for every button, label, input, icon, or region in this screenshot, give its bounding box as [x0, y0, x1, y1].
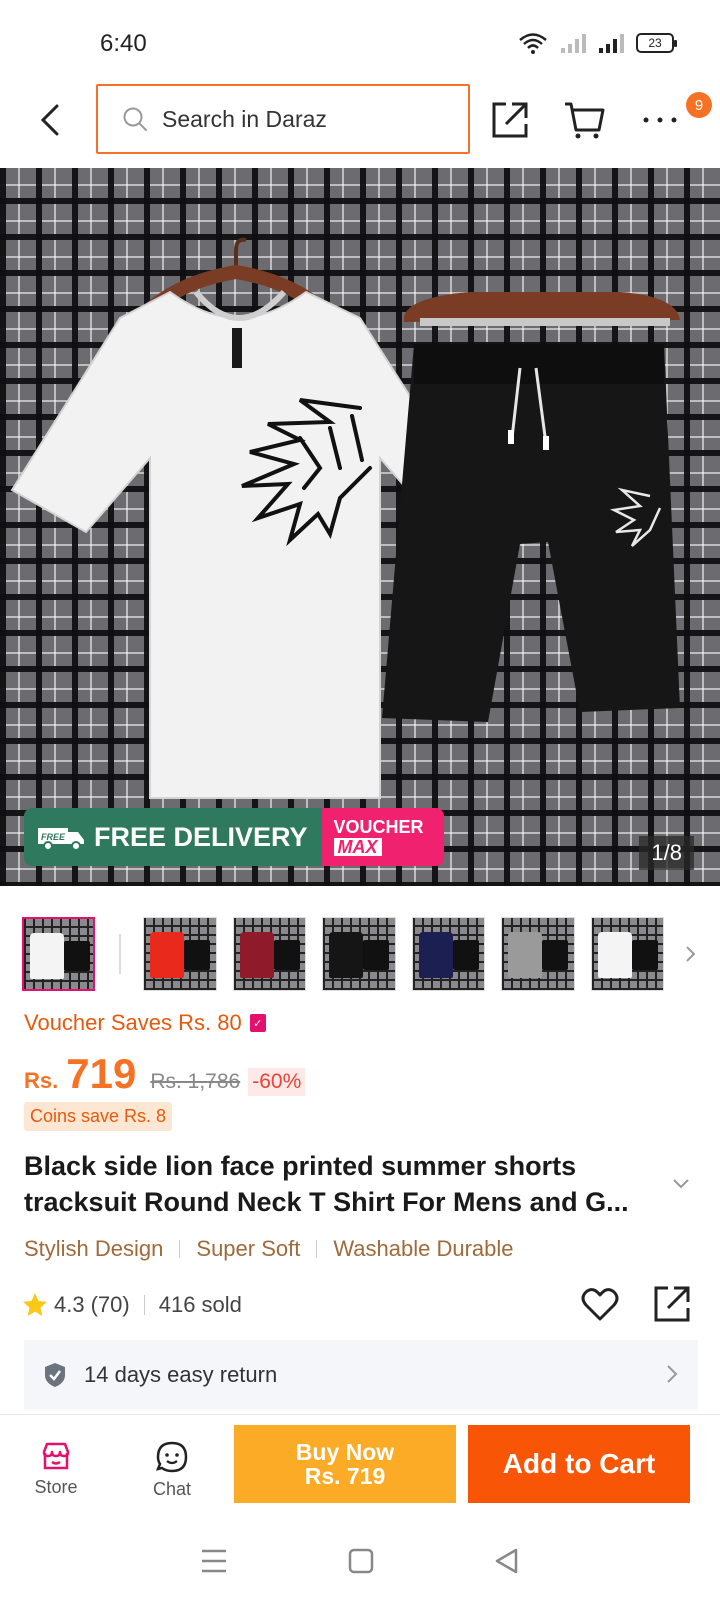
cart-count-badge: 9: [686, 92, 712, 118]
store-label: Store: [34, 1477, 78, 1497]
max-text: MAX: [333, 838, 382, 856]
voucher-max-label: VOUCHER MAX: [321, 808, 444, 866]
divider: [316, 1240, 318, 1258]
divider: [119, 934, 122, 974]
coins-badge: Coins save Rs. 8: [24, 1102, 173, 1131]
add-to-cart-button[interactable]: Add to Cart: [468, 1425, 690, 1503]
cart-button[interactable]: [562, 98, 606, 142]
thumbnail-shorts: [631, 940, 658, 970]
highlight-tag: Stylish Design: [24, 1236, 164, 1261]
highlight-tag: Washable Durable: [333, 1236, 514, 1261]
product-image-carousel[interactable]: FREE FREE DELIVERY VOUCHER MAX 1/8: [0, 168, 720, 886]
delivery-truck-icon: FREE: [38, 828, 84, 851]
thumbnail-shorts: [273, 940, 300, 970]
home-icon[interactable]: [348, 1548, 374, 1574]
chevron-down-icon[interactable]: [672, 1178, 690, 1190]
thumbnail-image[interactable]: [590, 917, 665, 991]
chat-label: Chat: [152, 1479, 192, 1499]
battery-icon: 23: [636, 33, 677, 53]
share-button[interactable]: [488, 98, 532, 142]
menu-icon[interactable]: [200, 1548, 228, 1574]
store-button[interactable]: Store: [16, 1441, 96, 1498]
status-icons: 23: [518, 32, 677, 54]
more-icon: [643, 117, 677, 123]
image-counter: 1/8: [639, 836, 694, 870]
signal-icon-2: [599, 34, 624, 53]
search-placeholder: Search in Daraz: [162, 105, 327, 132]
buy-now-button[interactable]: Buy Now Rs. 719: [234, 1425, 456, 1503]
search-input[interactable]: Search in Daraz: [96, 84, 470, 154]
voucher-icon: ✓: [249, 1014, 266, 1032]
free-delivery-label: FREE FREE DELIVERY: [24, 808, 322, 866]
free-tag-text: FREE: [41, 832, 66, 842]
thumbnail-tshirt: [329, 932, 364, 978]
shield-icon: [45, 1363, 65, 1387]
share-icon[interactable]: [652, 1284, 692, 1324]
review-count: (70): [90, 1292, 130, 1317]
chevron-right-icon: [667, 1365, 678, 1383]
more-menu-button[interactable]: [638, 98, 682, 142]
bottom-action-bar: Store Chat Buy Now Rs. 719 Add to Cart: [0, 1414, 720, 1522]
thumbnail-tshirt: [597, 932, 632, 978]
thumbnail-shorts: [64, 941, 90, 971]
store-icon: [42, 1442, 70, 1470]
thumbnail-image[interactable]: [411, 917, 486, 991]
star-icon: [23, 1293, 47, 1316]
thumbnail-shorts: [363, 940, 390, 970]
thumbnail-tshirt: [239, 932, 274, 978]
highlight-tag: Super Soft: [196, 1236, 301, 1261]
thumbnail-shorts: [184, 940, 211, 970]
search-icon: [123, 107, 147, 131]
thumbnail-image[interactable]: [22, 917, 96, 991]
sold-count: 416 sold: [158, 1292, 242, 1317]
thumbnail-shorts: [452, 940, 479, 970]
chevron-left-icon: [40, 104, 59, 136]
status-bar: 6:40 23: [0, 0, 720, 84]
thumbnail-tshirt: [30, 933, 64, 979]
thumbnail-tshirt: [150, 932, 185, 978]
divider: [143, 1295, 145, 1315]
wifi-icon: [519, 33, 547, 54]
signal-icon: [561, 34, 586, 53]
heart-icon[interactable]: [580, 1284, 620, 1324]
currency: Rs.: [24, 1068, 59, 1093]
rating-row[interactable]: 4.3 (70) 416 sold: [22, 1292, 242, 1318]
rating-value: 4.3: [54, 1292, 85, 1317]
return-policy-row[interactable]: 14 days easy return: [24, 1340, 698, 1410]
chat-icon: [156, 1441, 188, 1473]
divider: [179, 1240, 181, 1258]
back-nav-icon[interactable]: [494, 1548, 520, 1574]
thumbnail-image[interactable]: [232, 917, 307, 991]
chat-button[interactable]: Chat: [132, 1441, 212, 1500]
thumbnail-image[interactable]: [501, 917, 575, 991]
free-delivery-text: FREE DELIVERY: [94, 821, 308, 852]
system-navigation-bar: [0, 1522, 720, 1600]
return-policy-text: 14 days easy return: [84, 1362, 278, 1387]
thumbnail-image[interactable]: [322, 917, 396, 991]
original-price: Rs. 1,786: [150, 1070, 241, 1093]
product-title: Black side lion face printed summer shor…: [24, 1151, 629, 1217]
product-image: [10, 237, 680, 799]
voucher-text: VOUCHER: [333, 817, 424, 837]
status-time: 6:40: [100, 30, 147, 57]
thumbnail-tshirt: [418, 932, 453, 978]
thumbnail-strip: [22, 916, 698, 992]
back-button[interactable]: [30, 100, 70, 140]
product-highlights: Stylish Design Super Soft Washable Durab…: [24, 1236, 514, 1262]
chevron-right-icon[interactable]: [684, 944, 698, 964]
top-header: Search in Daraz 9: [0, 84, 720, 168]
thumbnail-shorts: [542, 940, 569, 970]
buy-now-label: Buy Now: [295, 1439, 395, 1465]
thumbnail-image[interactable]: [143, 917, 217, 991]
buy-now-price: Rs. 719: [304, 1463, 386, 1489]
voucher-saves[interactable]: Voucher Saves Rs. 80 ✓: [24, 1010, 266, 1036]
thumbnail-tshirt: [508, 932, 543, 978]
price-row: Rs. 719 Rs. 1,786 -60%: [24, 1050, 306, 1098]
free-delivery-banner: FREE FREE DELIVERY VOUCHER MAX: [24, 808, 444, 866]
voucher-saves-text: Voucher Saves Rs. 80: [24, 1010, 242, 1035]
cart-icon: [565, 102, 605, 139]
share-icon: [492, 102, 528, 138]
current-price: 719: [66, 1050, 137, 1097]
discount-badge: -60%: [248, 1068, 306, 1096]
